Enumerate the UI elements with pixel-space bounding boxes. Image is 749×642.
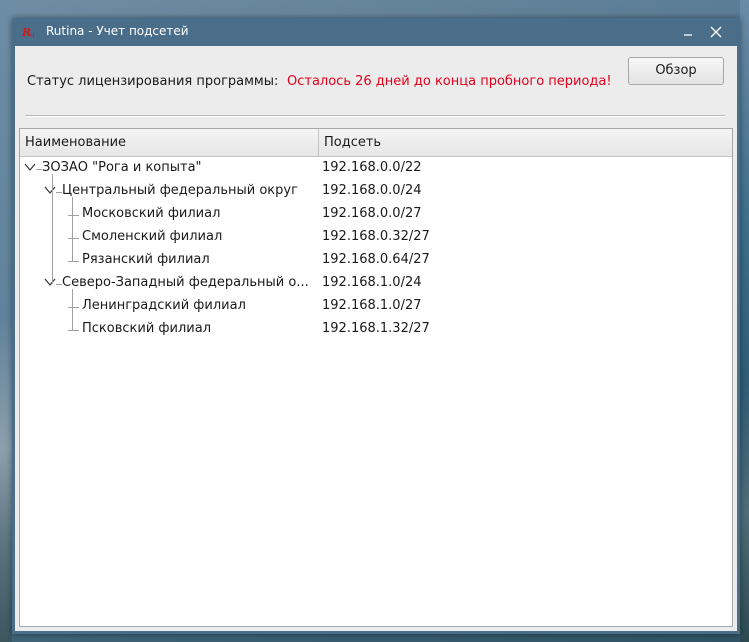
tree-row[interactable]: Северо-Западный федеральный о... 192.168.… [20, 272, 732, 295]
horizontal-separator [25, 115, 725, 117]
tree-row-name: Рязанский филиал [82, 252, 210, 267]
close-icon [710, 26, 722, 38]
tree-connector-line [68, 261, 79, 262]
tree-row-subnet: 192.168.1.0/24 [322, 275, 422, 290]
tree-row-name: Смоленский филиал [82, 229, 223, 244]
tree-connector-line [72, 289, 73, 330]
tree-connector-line [68, 238, 79, 239]
desktop-background-left [0, 0, 12, 642]
tree-row[interactable]: Псковский филиал 192.168.1.32/27 [20, 318, 732, 341]
tree-connector-line [68, 330, 79, 331]
tree-row-subnet: 192.168.0.0/24 [322, 183, 422, 198]
window-content: Статус лицензирования программы: Осталос… [15, 46, 737, 631]
tree-row-name: Московский филиал [82, 206, 221, 221]
tree-connector-line [68, 307, 79, 308]
rutina-app-icon: R u [22, 26, 34, 39]
tree-row[interactable]: Смоленский филиал 192.168.0.32/27 [20, 226, 732, 249]
title-bar[interactable]: R u Rutina - Учет подсетей [12, 18, 740, 46]
tree-connector-line [52, 174, 53, 284]
tree-connector-line [68, 215, 79, 216]
tree-row[interactable]: Рязанский филиал 192.168.0.64/27 [20, 249, 732, 272]
tree-row[interactable]: Московский филиал 192.168.0.0/27 [20, 203, 732, 226]
svg-text:u: u [30, 31, 34, 39]
tree-connector-line [72, 197, 73, 261]
minimize-icon [684, 34, 692, 36]
chevron-down-icon[interactable] [44, 276, 56, 288]
desktop-background-right [740, 0, 749, 642]
tree-row[interactable]: Центральный федеральный округ 192.168.0.0… [20, 180, 732, 203]
tree-row-name: Псковский филиал [82, 321, 212, 336]
tree-row-subnet: 192.168.0.64/27 [322, 252, 430, 267]
subnet-tree-view[interactable]: Наименование Подсеть ЗОЗАО "Рога и копыт… [19, 128, 733, 627]
tree-row-name: Ленинградский филиал [82, 298, 246, 313]
tree-row-subnet: 192.168.1.0/27 [322, 298, 422, 313]
column-header-name[interactable]: Наименование [20, 129, 319, 156]
tree-row-name: ЗОЗАО "Рога и копыта" [42, 160, 202, 175]
tree-row-subnet: 192.168.0.0/27 [322, 206, 422, 221]
window-title: Rutina - Учет подсетей [46, 24, 189, 38]
tree-row-name: Северо-Западный федеральный о... [62, 275, 309, 290]
minimize-button[interactable] [678, 22, 698, 42]
tree-header: Наименование Подсеть [20, 129, 732, 157]
chevron-down-icon[interactable] [24, 161, 36, 173]
browse-button[interactable]: Обзор [628, 57, 724, 85]
license-status-value: Осталось 26 дней до конца пробного перио… [287, 74, 612, 89]
tree-row[interactable]: Ленинградский филиал 192.168.1.0/27 [20, 295, 732, 318]
close-button[interactable] [706, 22, 726, 42]
license-status-label: Статус лицензирования программы: [27, 74, 279, 89]
chevron-down-icon[interactable] [44, 184, 56, 196]
tree-row-subnet: 192.168.1.32/27 [322, 321, 430, 336]
app-window: R u Rutina - Учет подсетей Статус лиценз… [12, 18, 740, 634]
tree-row-name: Центральный федеральный округ [62, 183, 298, 198]
tree-row[interactable]: ЗОЗАО "Рога и копыта" 192.168.0.0/22 [20, 157, 732, 180]
tree-row-subnet: 192.168.0.0/22 [322, 160, 422, 175]
tree-row-subnet: 192.168.0.32/27 [322, 229, 430, 244]
column-header-subnet[interactable]: Подсеть [319, 129, 732, 156]
